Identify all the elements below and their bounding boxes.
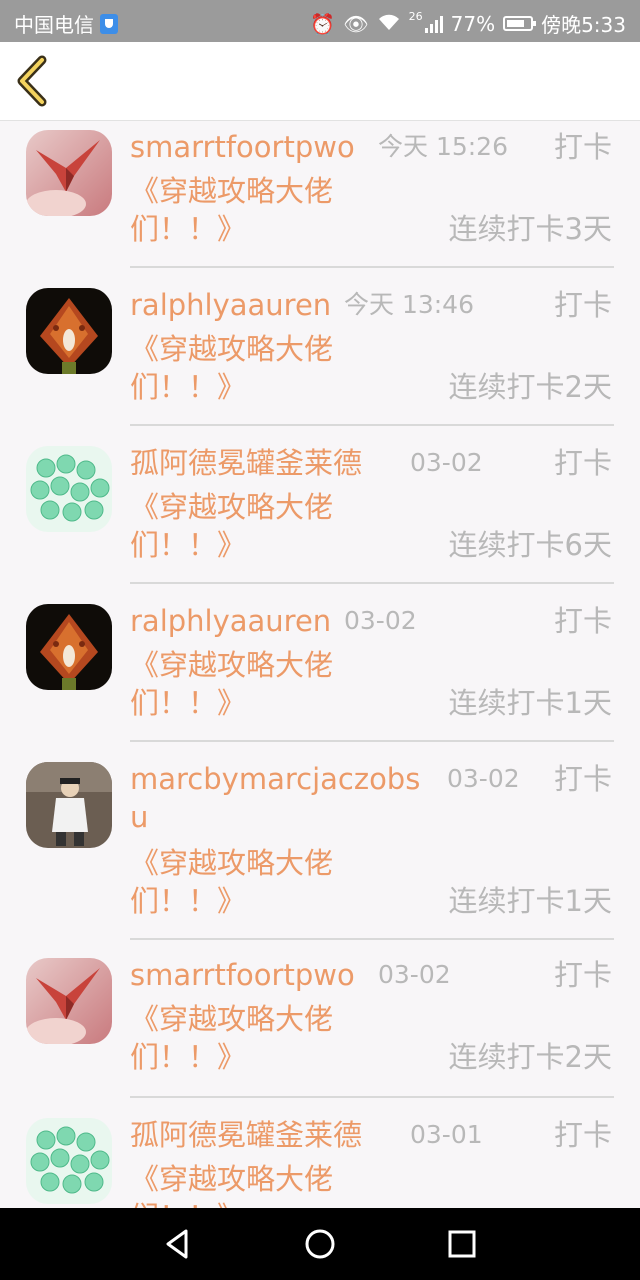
list-item[interactable]: marcbymarcjaczobsu 03-02 打卡《穿越攻略大佬们！！》连续打卡… bbox=[0, 760, 640, 942]
streak-count: 连续打卡1天 bbox=[448, 884, 612, 918]
avatar[interactable] bbox=[26, 288, 112, 374]
book-title[interactable]: 《穿越攻略大佬们！！》 bbox=[130, 1000, 370, 1076]
book-title[interactable]: 《穿越攻略大佬们！！》 bbox=[130, 1160, 370, 1208]
user-name[interactable]: 孤阿德冕罐釜莱德 bbox=[130, 444, 430, 482]
list-item[interactable]: smarrtfoortpwo 03-02 打卡 《穿越攻略大佬们！！》 连续打卡2天 bbox=[0, 956, 640, 1100]
app-bar bbox=[0, 42, 640, 121]
list-item[interactable]: 孤阿德冕罐釜莱德 03-02 打卡《穿越攻略大佬们！！》连续打卡6天 bbox=[0, 444, 640, 586]
entry-content: smarrtfoortpwo 03-02 打卡 《穿越攻略大佬们！！》 连续打卡2天 bbox=[130, 956, 614, 1098]
streak-count: 连续打卡1天 bbox=[448, 686, 612, 720]
avatar[interactable] bbox=[26, 958, 112, 1044]
checkin-label: 打卡 bbox=[553, 446, 612, 480]
streak-count: 连续打卡2天 bbox=[448, 1040, 612, 1074]
entry-content: smarrtfoortpwo 今天 15:26 打卡 《穿越攻略大佬们！！》 连续打卡3… bbox=[130, 128, 614, 268]
post-time: 今天 15:26 bbox=[378, 132, 508, 161]
post-time: 03-02 bbox=[447, 764, 520, 793]
book-title[interactable]: 《穿越攻略大佬们！！》 bbox=[130, 172, 370, 248]
book-title[interactable]: 《穿越攻略大佬们！！》 bbox=[130, 488, 370, 564]
entry-content: 孤阿德冕罐釜莱德03-01 打卡《穿越攻略大佬们！！》 bbox=[130, 1116, 614, 1208]
shield-icon bbox=[100, 13, 118, 34]
chevron-left-icon bbox=[17, 55, 47, 107]
battery-percent: 77% bbox=[450, 11, 496, 36]
back-button[interactable] bbox=[10, 52, 60, 110]
alarm-icon: ⏰ bbox=[310, 11, 336, 36]
square-recents-icon[interactable] bbox=[444, 1226, 480, 1262]
user-name[interactable]: marcbymarcjaczobsu bbox=[130, 760, 430, 836]
checkin-label: 打卡 bbox=[553, 958, 612, 992]
triangle-back-icon[interactable] bbox=[160, 1226, 196, 1262]
checkin-label: 打卡 bbox=[553, 130, 612, 164]
entry-content: 孤阿德冕罐釜莱德 03-02 打卡《穿越攻略大佬们！！》连续打卡6天 bbox=[130, 444, 614, 584]
checkin-label: 打卡 bbox=[553, 288, 612, 322]
list-item[interactable]: ralphlyaauren 03-02 打卡 《穿越攻略大佬们！！》 连续打卡1天 bbox=[0, 602, 640, 744]
avatar[interactable] bbox=[26, 1118, 112, 1204]
streak-count: 连续打卡3天 bbox=[448, 212, 612, 246]
streak-count: 连续打卡2天 bbox=[448, 370, 612, 404]
system-navigation-bar bbox=[0, 1208, 640, 1280]
post-time: 今天 13:46 bbox=[344, 290, 474, 319]
post-time: 03-02 bbox=[410, 448, 483, 477]
book-title[interactable]: 《穿越攻略大佬们！！》 bbox=[130, 646, 370, 722]
clock-time: 傍晚5:33 bbox=[541, 13, 626, 37]
network-type-label: 26 bbox=[408, 10, 423, 23]
book-title[interactable]: 《穿越攻略大佬们！！》 bbox=[130, 330, 370, 406]
checkin-label: 打卡 bbox=[553, 762, 612, 796]
signal-icon bbox=[424, 15, 443, 33]
book-title[interactable]: 《穿越攻略大佬们！！》 bbox=[130, 844, 370, 920]
checkin-list[interactable]: smarrtfoortpwo 今天 15:26 打卡 《穿越攻略大佬们！！》 连续打卡3… bbox=[0, 120, 640, 1208]
list-item[interactable]: ralphlyaauren 今天 13:46 打卡 《穿越攻略大佬们！！》 连续打卡2天 bbox=[0, 286, 640, 428]
avatar[interactable] bbox=[26, 446, 112, 532]
post-time: 03-02 bbox=[344, 606, 417, 635]
checkin-label: 打卡 bbox=[553, 604, 612, 638]
eye-icon: 👁 bbox=[343, 11, 369, 36]
wifi-icon bbox=[377, 13, 401, 35]
avatar[interactable] bbox=[26, 130, 112, 216]
entry-content: ralphlyaauren 今天 13:46 打卡 《穿越攻略大佬们！！》 连续打卡2天 bbox=[130, 286, 614, 426]
list-item[interactable]: 孤阿德冕罐釜莱德03-01 打卡《穿越攻略大佬们！！》 bbox=[0, 1116, 640, 1208]
avatar[interactable] bbox=[26, 762, 112, 848]
post-time: 03-01 bbox=[410, 1120, 483, 1149]
user-name[interactable]: 孤阿德冕罐釜莱德 bbox=[130, 1116, 430, 1154]
post-time: 03-02 bbox=[378, 960, 451, 989]
battery-icon bbox=[503, 16, 537, 31]
streak-count: 连续打卡6天 bbox=[448, 528, 612, 562]
entry-content: marcbymarcjaczobsu 03-02 打卡《穿越攻略大佬们！！》连续打卡… bbox=[130, 760, 614, 940]
status-bar: 中国电信 ⏰ 👁 26 77% 傍晚5:33 bbox=[0, 0, 640, 42]
entry-content: ralphlyaauren 03-02 打卡 《穿越攻略大佬们！！》 连续打卡1天 bbox=[130, 602, 614, 742]
checkin-label: 打卡 bbox=[553, 1118, 612, 1152]
circle-home-icon[interactable] bbox=[302, 1226, 338, 1262]
list-item[interactable]: smarrtfoortpwo 今天 15:26 打卡 《穿越攻略大佬们！！》 连续打卡3… bbox=[0, 128, 640, 270]
carrier-label: 中国电信 bbox=[14, 13, 94, 37]
avatar[interactable] bbox=[26, 604, 112, 690]
